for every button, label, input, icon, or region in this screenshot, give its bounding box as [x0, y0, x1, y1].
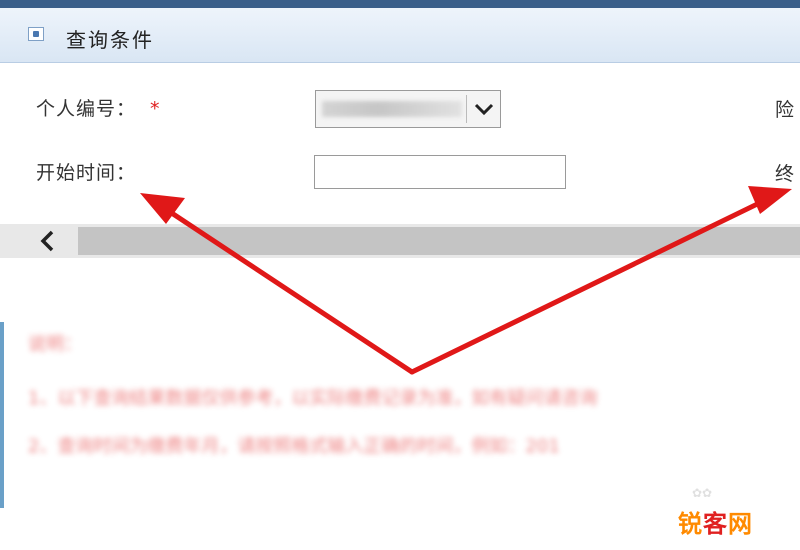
personal-id-select[interactable]: 0000000 [315, 90, 501, 128]
note-line-2: 2、查询时间为缴费年月，请按照格式输入正确的时间，例如：201 [28, 436, 560, 457]
select-divider [466, 95, 467, 123]
horizontal-scrollbar[interactable] [0, 224, 800, 258]
site-watermark: 锐客网 [678, 504, 753, 539]
collapse-icon[interactable] [28, 27, 44, 41]
watermark-part-1: 锐 [678, 510, 703, 538]
scroll-thumb[interactable] [78, 227, 800, 255]
baidu-watermark-icon: ✿✿ [692, 486, 713, 500]
query-panel-header[interactable]: 查询条件 [0, 8, 800, 63]
chevron-down-icon[interactable] [471, 95, 497, 123]
personal-id-select-value: 0000000 [322, 101, 462, 117]
start-time-label: 开始时间： [36, 162, 137, 184]
personal-id-label-text: 个人编号： [36, 98, 137, 120]
scroll-left-icon[interactable] [30, 228, 66, 254]
annotation-arrows [140, 186, 792, 375]
end-time-label: 终 [775, 163, 795, 185]
left-accent-bar [0, 322, 4, 508]
watermark-part-3: 网 [728, 510, 753, 538]
personal-id-label: 个人编号： * [36, 94, 161, 121]
start-time-input[interactable] [314, 155, 566, 189]
notes-heading: 说明： [28, 334, 82, 355]
watermark-part-2: 客 [703, 510, 728, 538]
panel-title: 查询条件 [66, 28, 154, 52]
note-line-1: 1、以下查询结果数据仅供参考，以实际缴费记录为准，如有疑问请咨询 [28, 388, 598, 409]
insurance-label: 险 [775, 99, 795, 121]
required-mark: * [150, 98, 161, 120]
top-bar [0, 0, 800, 8]
